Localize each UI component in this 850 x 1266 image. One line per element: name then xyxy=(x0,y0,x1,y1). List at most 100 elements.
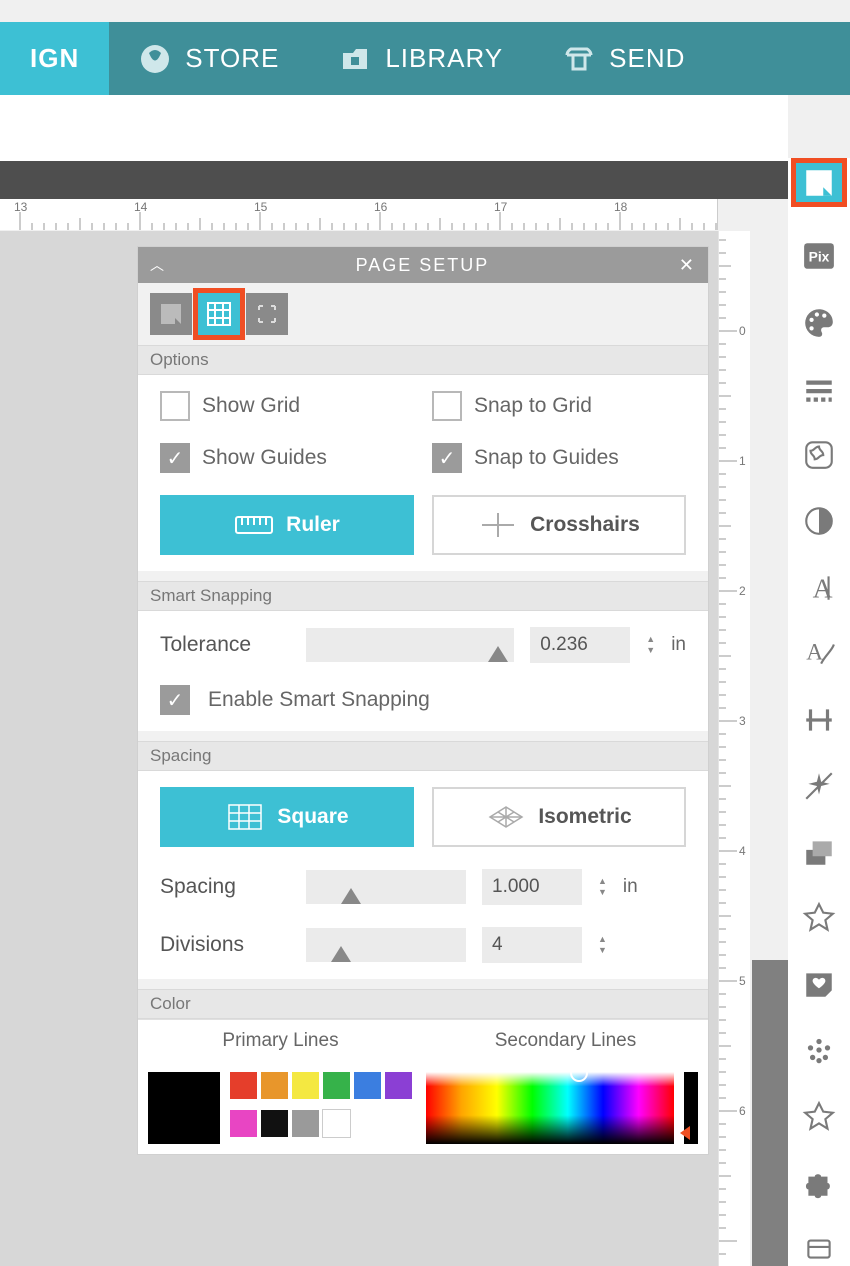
tool-object[interactable] xyxy=(799,1232,839,1266)
tool-flower[interactable] xyxy=(799,438,839,472)
svg-text:14: 14 xyxy=(134,200,148,214)
tool-align[interactable] xyxy=(799,703,839,737)
chk-show-grid[interactable] xyxy=(160,391,190,421)
toggle-ruler[interactable]: Ruler xyxy=(160,495,414,555)
swatch[interactable] xyxy=(354,1072,381,1099)
svg-text:1: 1 xyxy=(739,454,746,468)
top-nav: IGN STORE LIBRARY SEND xyxy=(0,22,850,95)
slider-spacing[interactable] xyxy=(306,870,466,904)
stepper-spacing[interactable]: ▲▼ xyxy=(598,877,607,897)
slider-tolerance[interactable] xyxy=(306,628,514,662)
lbl-divisions: Divisions xyxy=(160,933,290,957)
swatch-current[interactable] xyxy=(148,1072,220,1144)
section-smart-head: Smart Snapping xyxy=(138,581,708,611)
tab-store[interactable]: STORE xyxy=(109,22,309,95)
panel-tab-registration[interactable] xyxy=(246,293,288,335)
chk-snap-guides[interactable] xyxy=(432,443,462,473)
svg-text:18: 18 xyxy=(614,200,628,214)
input-divisions[interactable]: 4 xyxy=(482,927,582,963)
input-spacing[interactable]: 1.000 xyxy=(482,869,582,905)
panel-titlebar[interactable]: ︿ PAGE SETUP ✕ xyxy=(138,247,708,283)
toggle-square[interactable]: Square xyxy=(160,787,414,847)
swatch[interactable] xyxy=(261,1072,288,1099)
section-smart: Tolerance 0.236 ▲▼ in Enable Smart Snapp… xyxy=(138,611,708,731)
svg-text:16: 16 xyxy=(374,200,388,214)
svg-text:2: 2 xyxy=(739,584,746,598)
chk-enable-smart[interactable] xyxy=(160,685,190,715)
canvas-dark xyxy=(752,960,788,1266)
tool-star2[interactable] xyxy=(799,1100,839,1134)
tool-page-setup[interactable] xyxy=(791,158,847,207)
panel-tab-page[interactable] xyxy=(150,293,192,335)
gradient-picker[interactable] xyxy=(426,1072,674,1144)
chk-snap-grid[interactable] xyxy=(432,391,462,421)
gradient-knob[interactable] xyxy=(570,1064,588,1082)
color-tabs: Primary Lines Secondary Lines xyxy=(138,1019,708,1062)
toggle-crosshairs[interactable]: Crosshairs xyxy=(432,495,686,555)
lbl-show-guides: Show Guides xyxy=(202,446,327,470)
section-options-head: Options xyxy=(138,345,708,375)
tool-contrast[interactable] xyxy=(799,504,839,538)
lbl-snap-guides: Snap to Guides xyxy=(474,446,619,470)
tool-lines[interactable] xyxy=(799,372,839,406)
tool-text-path[interactable]: A xyxy=(799,636,839,670)
tool-dots[interactable] xyxy=(799,1033,839,1067)
tool-heart-tag[interactable] xyxy=(799,967,839,1001)
svg-text:Pix: Pix xyxy=(809,249,830,265)
swatch-grid xyxy=(230,1072,416,1144)
tab-send[interactable]: SEND xyxy=(533,22,715,95)
toggle-isometric[interactable]: Isometric xyxy=(432,787,686,847)
swatch[interactable] xyxy=(292,1072,319,1099)
tool-pix[interactable]: Pix xyxy=(799,239,839,273)
stepper-tolerance[interactable]: ▲▼ xyxy=(646,635,655,655)
dark-strip xyxy=(0,161,788,199)
swatch[interactable] xyxy=(230,1072,257,1099)
unit-tolerance: in xyxy=(671,634,686,656)
collapse-icon[interactable]: ︿ xyxy=(150,255,166,275)
section-spacing-head: Spacing xyxy=(138,741,708,771)
right-toolbar: Pix A A xyxy=(788,158,850,1266)
swatch[interactable] xyxy=(261,1110,288,1137)
ruler-vertical: 0123456 xyxy=(718,231,750,1266)
brightness-knob[interactable] xyxy=(680,1126,690,1140)
tab-library[interactable]: LIBRARY xyxy=(309,22,533,95)
color-controls xyxy=(138,1062,708,1154)
close-icon[interactable]: ✕ xyxy=(679,255,696,276)
brightness-slider[interactable] xyxy=(684,1072,698,1144)
lbl-snap-grid: Snap to Grid xyxy=(474,394,592,418)
section-options: Show Grid Snap to Grid Show Guides Snap … xyxy=(138,375,708,571)
tab-design[interactable]: IGN xyxy=(0,22,109,95)
slider-divisions[interactable] xyxy=(306,928,466,962)
tab-secondary-lines[interactable]: Secondary Lines xyxy=(423,1020,708,1062)
send-icon xyxy=(563,43,595,75)
chk-show-guides[interactable] xyxy=(160,443,190,473)
tool-text[interactable]: A xyxy=(799,570,839,604)
stepper-divisions[interactable]: ▲▼ xyxy=(598,935,607,955)
swatch[interactable] xyxy=(323,1110,350,1137)
section-spacing: Square Isometric Spacing 1.000 ▲▼ in Div… xyxy=(138,771,708,979)
tool-palette[interactable] xyxy=(799,305,839,339)
library-icon xyxy=(339,43,371,75)
tool-sparkle[interactable] xyxy=(799,769,839,803)
lbl-tolerance: Tolerance xyxy=(160,633,290,657)
panel-tabs xyxy=(138,283,708,335)
lbl-spacing: Spacing xyxy=(160,875,290,899)
tool-star-outline[interactable] xyxy=(799,901,839,935)
svg-text:13: 13 xyxy=(14,200,28,214)
panel-page-setup: ︿ PAGE SETUP ✕ Options Show Grid Snap to… xyxy=(138,247,708,1154)
tool-puzzle[interactable] xyxy=(799,1166,839,1200)
toolbar-strip xyxy=(0,95,788,161)
swatch[interactable] xyxy=(323,1072,350,1099)
tool-layers[interactable] xyxy=(799,835,839,869)
store-icon xyxy=(139,43,171,75)
svg-text:5: 5 xyxy=(739,974,746,988)
svg-text:3: 3 xyxy=(739,714,746,728)
input-tolerance[interactable]: 0.236 xyxy=(530,627,630,663)
swatch[interactable] xyxy=(230,1110,257,1137)
swatch[interactable] xyxy=(292,1110,319,1137)
lbl-show-grid: Show Grid xyxy=(202,394,300,418)
swatch[interactable] xyxy=(385,1072,412,1099)
ruler-horizontal: 131415161718 xyxy=(0,199,718,230)
panel-tab-grid[interactable] xyxy=(198,293,240,335)
tab-primary-lines[interactable]: Primary Lines xyxy=(138,1020,423,1062)
